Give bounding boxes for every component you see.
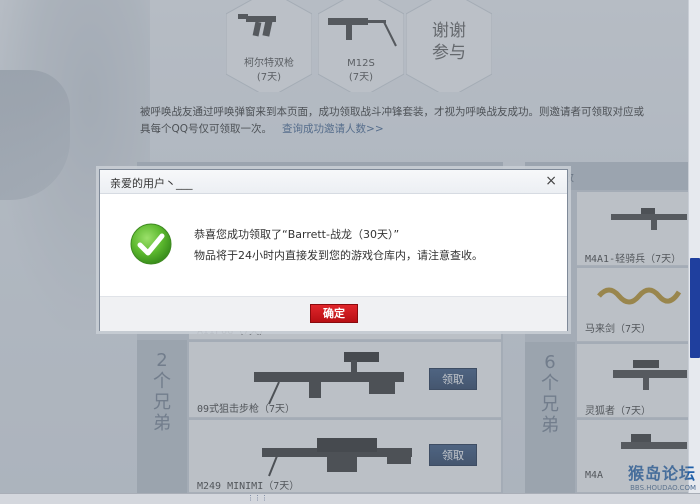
- scroll-thumb[interactable]: [690, 258, 700, 358]
- dialog-header: 亲爱的用户丶___ ×: [100, 170, 567, 194]
- vertical-scrollbar[interactable]: [688, 0, 700, 493]
- success-dialog: 亲爱的用户丶___ × 恭喜您成功领取了“Barrett-战龙（30天）” 物品…: [99, 169, 568, 331]
- window-bottom-bar: [0, 493, 700, 504]
- close-icon[interactable]: ×: [545, 173, 557, 189]
- delivery-message: 物品将于24小时内直接发到您的游戏仓库内，请注意查收。: [194, 249, 483, 262]
- resize-grip-icon[interactable]: ⋮⋮⋮: [247, 494, 268, 503]
- check-circle-icon: [130, 223, 172, 265]
- dialog-title: 亲爱的用户丶___: [110, 177, 193, 190]
- confirm-button[interactable]: 确定: [310, 304, 358, 323]
- dialog-footer: 确定: [100, 296, 567, 331]
- success-message: 恭喜您成功领取了“Barrett-战龙（30天）”: [194, 228, 400, 241]
